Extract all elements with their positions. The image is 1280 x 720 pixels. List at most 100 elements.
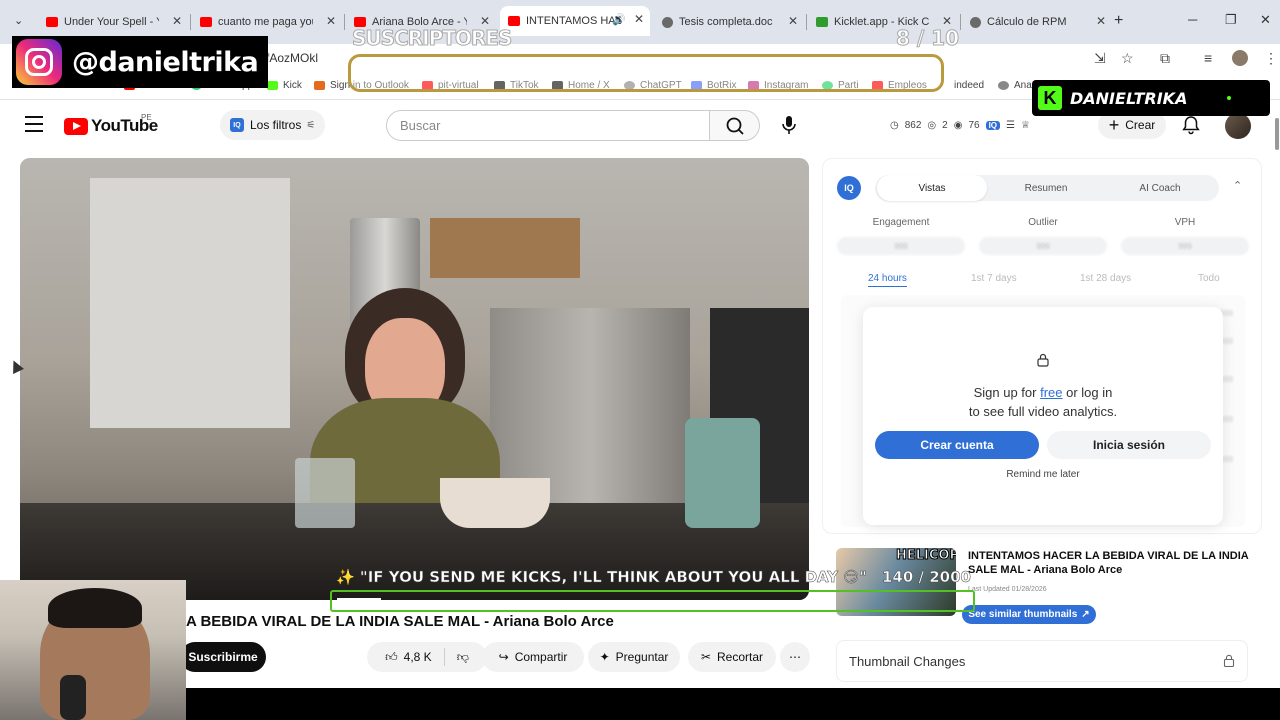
microphone-icon[interactable] (777, 113, 801, 137)
more-actions-button[interactable]: ⋯ (780, 642, 810, 672)
bookmark-indeed[interactable]: indeed (954, 80, 984, 91)
tab-ai-coach[interactable]: AI Coach (1105, 175, 1215, 201)
login-button[interactable]: Inicia sesión (1047, 431, 1211, 459)
youtube-icon (200, 17, 212, 27)
thumbs-down-icon[interactable]: 👎︎ (457, 650, 469, 665)
close-icon[interactable]: ✕ (1096, 14, 1106, 28)
subscribe-button[interactable]: Suscribirme (180, 642, 266, 672)
remind-me-later-link[interactable]: Remind me later (863, 469, 1223, 480)
tab-under-your-spell[interactable]: Under Your Spell - You ✕ (38, 8, 188, 36)
address-bar-url[interactable]: fAozMOkl (266, 51, 318, 65)
tab-vistas[interactable]: Vistas (877, 175, 987, 201)
tab-resumen[interactable]: Resumen (991, 175, 1101, 201)
analytics-tabs: Vistas Resumen AI Coach (875, 175, 1219, 201)
streamer-hair (48, 588, 142, 628)
thumbnail-text: HELICOPTER (896, 548, 956, 563)
bookmark-kick[interactable]: Kick (267, 80, 302, 91)
minimize-icon[interactable]: ─ (1188, 12, 1197, 27)
bookmark-star-icon[interactable]: ☆ (1121, 50, 1134, 67)
subscriber-goal-count: 8 / 10 (896, 26, 960, 51)
close-icon[interactable]: ✕ (172, 14, 182, 28)
tab-cuanto-me-paga[interactable]: cuanto me paga youtu ✕ (192, 8, 342, 36)
instagram-icon (16, 39, 62, 85)
list-icon[interactable]: ☰ (1006, 120, 1015, 131)
bowls (440, 478, 550, 528)
range-first-7-days[interactable]: 1st 7 days (971, 273, 1017, 284)
create-account-button[interactable]: Crear cuenta (875, 431, 1039, 459)
chevron-up-icon[interactable]: ⌃ (1233, 179, 1242, 192)
bookmark-ana[interactable]: Ana (998, 80, 1032, 91)
tab-separator (344, 14, 345, 30)
range-24-hours[interactable]: 24 hours (868, 273, 907, 287)
wood-cabinet (430, 218, 580, 278)
globe-icon (970, 16, 981, 28)
kicks-goal-count: 140 / 2000 (882, 568, 971, 587)
page-scrollbar[interactable] (1275, 118, 1279, 150)
kick-icon (267, 81, 278, 90)
hamburger-menu-icon[interactable] (25, 116, 43, 132)
search-input[interactable]: Buscar (386, 110, 710, 141)
window-close-icon[interactable]: ✕ (1260, 12, 1271, 28)
kicks-goal-message: ✨ "IF YOU SEND ME KICKS, I'LL THINK ABOU… (336, 568, 867, 587)
sparkle-icon: ✦ (599, 650, 610, 664)
speaker-icon[interactable]: 🔊 (612, 13, 626, 26)
media-controls-icon[interactable]: ≡ (1204, 50, 1212, 66)
teal-pitcher (685, 418, 760, 528)
ask-button[interactable]: ✦ Preguntar (588, 642, 680, 672)
lock-icon (1037, 353, 1049, 367)
kick-logo-icon: K (1038, 86, 1062, 110)
close-icon[interactable]: ✕ (326, 14, 336, 28)
clip-button[interactable]: ✂ Recortar (688, 642, 776, 672)
range-first-28-days[interactable]: 1st 28 days (1080, 273, 1131, 284)
close-icon[interactable]: ✕ (788, 14, 798, 28)
trophy-icon[interactable]: ♕ (1021, 120, 1030, 131)
scissors-icon: ✂ (700, 650, 712, 664)
thumbs-up-icon[interactable]: 👍︎ (385, 650, 398, 665)
tab-intentamos-hacer[interactable]: INTENTAMOS HAC 🔊 ✕ (500, 6, 650, 36)
metric-outlier-value: 999 (979, 237, 1107, 255)
see-similar-thumbnails-button[interactable]: See similar thumbnails ↗ (962, 605, 1096, 624)
filters-button[interactable]: IQ Los filtros ⚟ (220, 110, 325, 140)
install-app-icon[interactable]: ⇲ (1094, 50, 1106, 67)
close-icon[interactable]: ✕ (634, 12, 644, 26)
search-button[interactable] (710, 110, 760, 141)
stream-bottom-bar (186, 688, 1280, 720)
free-link[interactable]: free (1040, 385, 1062, 400)
kicks-goal-fill (337, 598, 382, 606)
notifications-bell-icon[interactable] (1180, 114, 1202, 136)
kick-handle-overlay: K DANIELTRIKA (1032, 80, 1270, 116)
tab-separator (960, 14, 961, 30)
tab-calculo-rpm[interactable]: Cálculo de RPM ✕ (962, 8, 1112, 36)
filters-label: Los filtros (250, 118, 302, 132)
vidiq-stats[interactable]: ◷ 862 ◎ 2 ◉ 76 IQ ☰ ♕ (890, 113, 1030, 137)
youtube-play-icon (64, 117, 88, 135)
restore-icon[interactable]: ❐ (1225, 12, 1237, 28)
share-icon: ↪ (498, 650, 509, 664)
clock-icon: ◷ (890, 119, 899, 131)
tab-list-chevron-icon[interactable]: ⌄ (14, 14, 23, 27)
new-tab-plus-icon[interactable]: + (1114, 12, 1123, 30)
vidiq-analytics-panel: IQ Vistas Resumen AI Coach ⌃ Engagement … (822, 158, 1262, 534)
extensions-icon[interactable]: ⧉ (1160, 50, 1170, 67)
tab-tesis-completa[interactable]: Tesis completa.doc ✕ (654, 8, 804, 36)
kicks-goal-overlay: ✨ "IF YOU SEND ME KICKS, I'LL THINK ABOU… (330, 566, 975, 616)
streamer-webcam (0, 580, 186, 720)
subscriber-goal-label: SUSCRIPTORES (351, 26, 512, 51)
share-button[interactable]: ↪ Compartir (482, 642, 584, 672)
account-avatar[interactable] (1225, 113, 1251, 139)
thumbnail-changes-panel[interactable]: Thumbnail Changes (836, 640, 1248, 682)
like-count[interactable]: 4,8 K (404, 650, 432, 664)
range-todo[interactable]: Todo (1198, 273, 1220, 284)
tab-separator (806, 14, 807, 30)
live-dot-icon (1227, 96, 1232, 100)
video-player[interactable] (20, 158, 809, 600)
metric-engagement-value: 999 (837, 237, 965, 255)
signup-prompt-card: Sign up for free or log in to see full v… (863, 307, 1223, 525)
related-video-title[interactable]: INTENTAMOS HACER LA BEBIDA VIRAL DE LA I… (968, 549, 1258, 577)
kitchen-cabinet (90, 178, 290, 428)
profile-avatar-icon[interactable] (1232, 50, 1248, 66)
metric-vph-label: VPH (1174, 217, 1196, 228)
more-vert-icon[interactable]: ⋮ (1264, 50, 1278, 67)
metric-vph-value: 999 (1121, 237, 1249, 255)
metric-outlier-label: Outlier (1028, 217, 1058, 228)
